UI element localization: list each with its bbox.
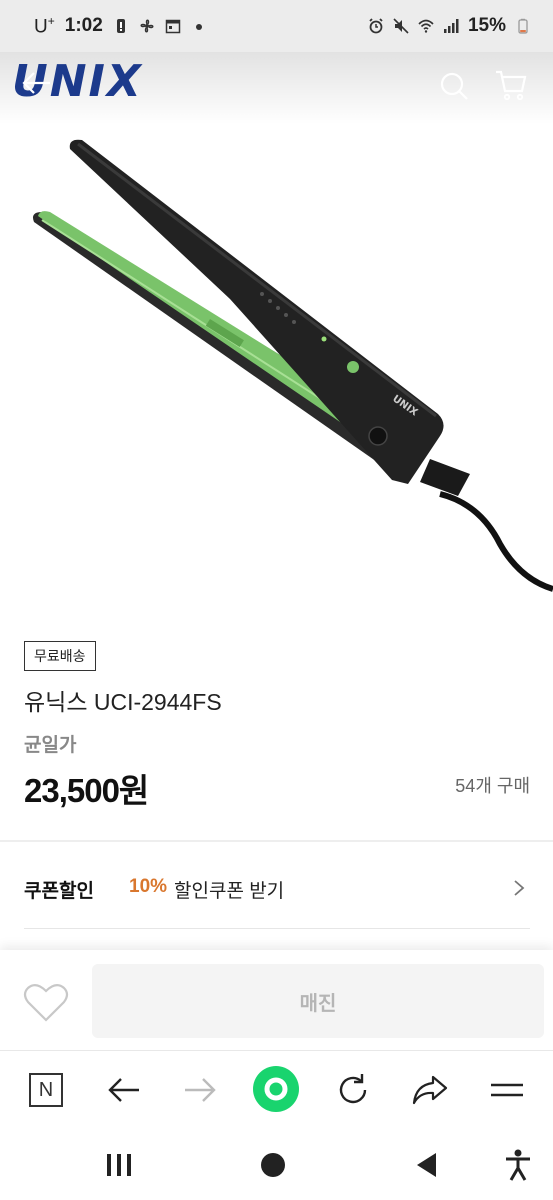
forward-icon <box>185 1078 216 1102</box>
naver-n-button[interactable]: N <box>25 1069 67 1111</box>
alarm-icon <box>369 18 383 34</box>
coupon-text: 할인쿠폰 받기 <box>174 881 285 902</box>
coupon-row[interactable]: 쿠폰할인 10% 할인쿠폰 받기 <box>0 842 553 928</box>
mute-icon <box>393 18 409 34</box>
browser-forward-button[interactable] <box>179 1069 221 1111</box>
green-home-button[interactable] <box>252 1065 300 1113</box>
browser-back-button[interactable] <box>103 1069 145 1111</box>
browser-menu-button[interactable] <box>486 1069 528 1111</box>
coupon-title: 쿠폰할인 <box>24 881 94 902</box>
divider <box>24 928 530 929</box>
status-time: 1:02 <box>64 14 103 36</box>
heart-icon[interactable] <box>22 982 70 1024</box>
calendar-icon <box>165 19 181 34</box>
signal-icon <box>443 19 459 33</box>
menu-icon <box>491 1083 523 1097</box>
product-price: 23,500원 <box>24 772 149 809</box>
product-image: UNIX <box>33 139 553 592</box>
search-icon[interactable] <box>438 70 470 102</box>
chevron-right-icon <box>514 880 525 896</box>
accessibility-icon[interactable] <box>500 1148 536 1182</box>
purchase-count: 54개 구매 <box>455 776 530 796</box>
naver-n-icon: N <box>29 1073 63 1107</box>
battery-icon <box>518 18 528 34</box>
home-icon[interactable] <box>255 1148 291 1182</box>
battery-percent: 15% <box>467 15 506 36</box>
product-name: 유닉스 UCI-2944FS <box>24 689 222 715</box>
browser-toolbar: N <box>0 1050 553 1130</box>
battery-alert-icon <box>116 18 125 33</box>
recents-icon[interactable] <box>101 1148 137 1182</box>
system-nav-bar <box>0 1130 553 1200</box>
carrier-label: U+ <box>34 13 55 38</box>
dot-icon <box>195 23 202 30</box>
back-arrow-icon[interactable] <box>20 66 54 100</box>
soldout-button[interactable]: 매진 <box>92 964 544 1038</box>
back-icon <box>108 1078 139 1102</box>
back-triangle-icon[interactable] <box>410 1148 446 1182</box>
coupon-percent: 10% <box>129 876 168 897</box>
status-bar: U+ 1:02 15% <box>0 0 553 52</box>
site-header: UNIX <box>0 52 553 124</box>
purchase-action-bar: 매진 <box>0 950 553 1050</box>
reload-icon <box>339 1074 367 1104</box>
green-home-icon <box>253 1066 299 1112</box>
browser-reload-button[interactable] <box>332 1069 374 1111</box>
price-label: 균일가 <box>24 735 77 756</box>
fan-icon <box>140 19 154 33</box>
browser-share-button[interactable] <box>409 1069 451 1111</box>
share-icon <box>412 1075 448 1105</box>
free-shipping-badge: 무료배송 <box>24 641 96 671</box>
cart-icon[interactable] <box>494 68 528 102</box>
wifi-icon <box>418 19 434 33</box>
